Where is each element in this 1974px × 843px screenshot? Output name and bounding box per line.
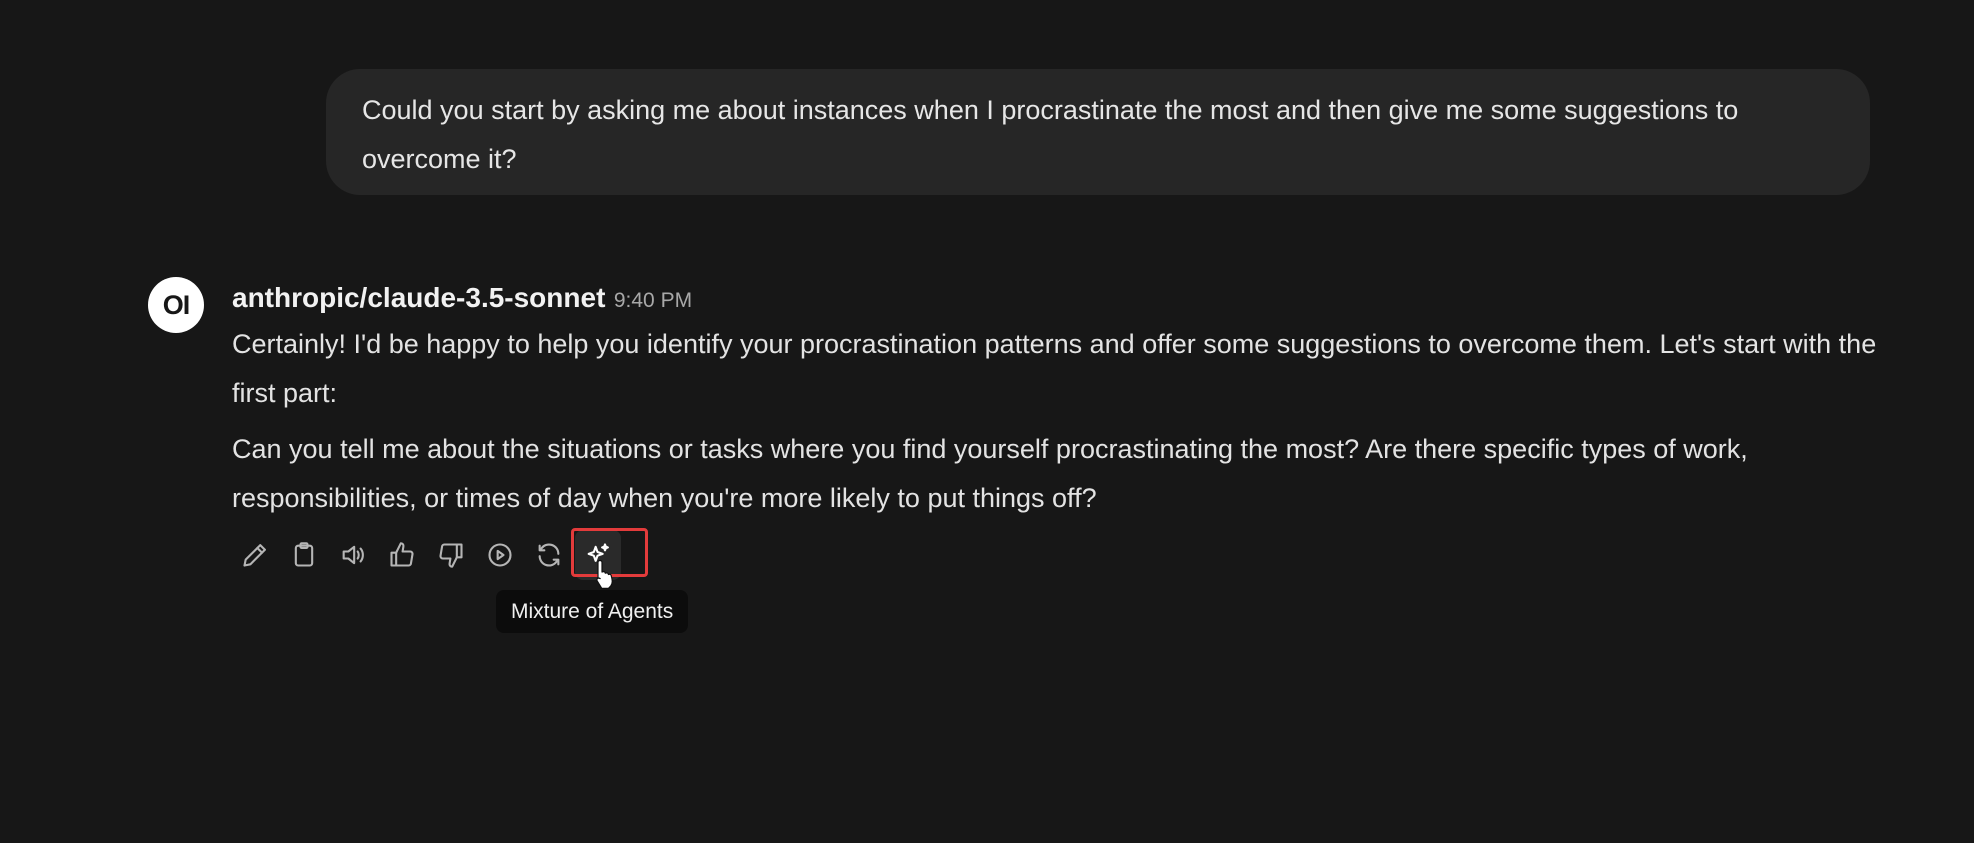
tooltip: Mixture of Agents <box>496 590 689 633</box>
hand-cursor-icon <box>596 559 613 589</box>
tooltip-text: Mixture of Agents <box>511 600 674 623</box>
user-message-bubble: Could you start by asking me about insta… <box>326 69 1870 195</box>
assistant-message-header: anthropic/claude-3.5-sonnet 9:40 PM <box>232 282 692 314</box>
play-circle-icon <box>488 543 512 567</box>
read-aloud-button[interactable] <box>330 530 376 580</box>
pencil-icon <box>243 544 266 567</box>
assistant-paragraph: Can you tell me about the situations or … <box>232 434 1748 513</box>
model-avatar: OI <box>148 277 204 333</box>
continue-response-button[interactable] <box>477 530 523 580</box>
assistant-message-content: Certainly! I'd be happy to help you iden… <box>232 320 1882 530</box>
regenerate-button[interactable] <box>526 530 572 580</box>
bad-response-button[interactable] <box>428 530 474 580</box>
clipboard-icon <box>294 542 314 567</box>
avatar-logo-text: OI <box>162 289 190 320</box>
assistant-paragraph: Certainly! I'd be happy to help you iden… <box>232 329 1877 408</box>
thumbs-down-icon <box>439 543 463 568</box>
chat-page: Could you start by asking me about insta… <box>0 0 1974 843</box>
edit-button[interactable] <box>232 530 278 580</box>
thumbs-up-icon <box>390 542 414 567</box>
copy-button[interactable] <box>281 530 327 580</box>
user-message-text: Could you start by asking me about insta… <box>362 95 1739 174</box>
refresh-icon <box>538 543 560 567</box>
message-timestamp: 9:40 PM <box>613 289 693 312</box>
speaker-icon <box>342 545 364 565</box>
good-response-button[interactable] <box>379 530 425 580</box>
model-name: anthropic/claude-3.5-sonnet <box>232 282 606 313</box>
